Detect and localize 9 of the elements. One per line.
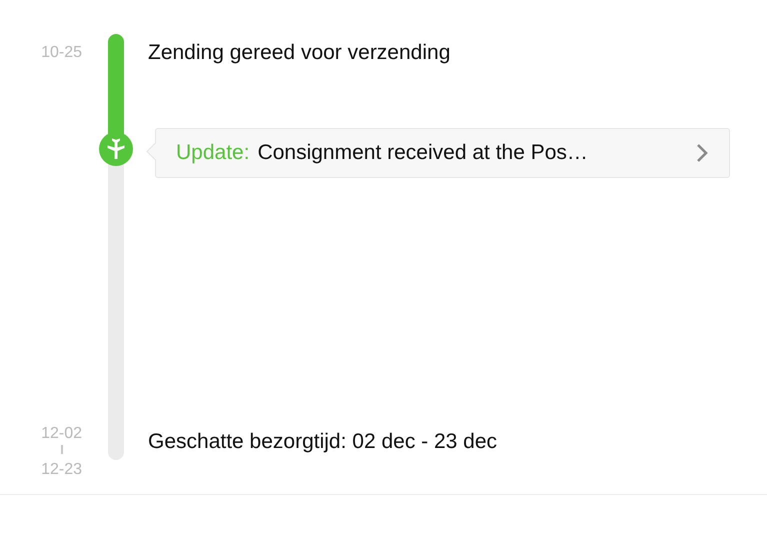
event-date: 10-25 (41, 43, 83, 63)
plane-icon (99, 132, 133, 166)
update-message: Consignment received at the Pos… (258, 141, 589, 165)
event-text: Zending gereed voor verzending (147, 40, 452, 66)
date-from: 12-02 (41, 424, 82, 444)
chevron-right-icon (695, 143, 709, 163)
date-to: 12-23 (41, 460, 82, 480)
event-text: Geschatte bezorgtijd: 02 dec - 23 dec (147, 429, 498, 455)
update-label: Update: (176, 141, 250, 165)
